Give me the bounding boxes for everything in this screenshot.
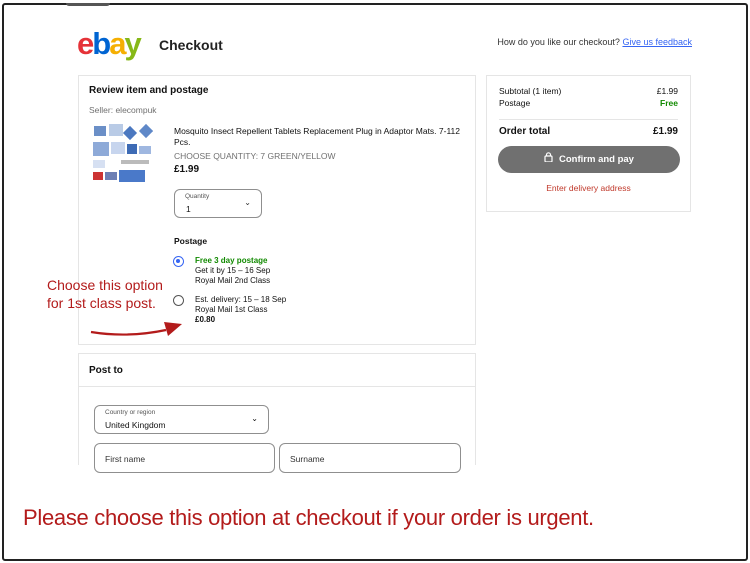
- enter-delivery-address-link[interactable]: Enter delivery address: [487, 183, 690, 193]
- feedback-prompt: How do you like our checkout? Give us fe…: [497, 37, 692, 47]
- chevron-down-icon: ⌄: [251, 414, 258, 423]
- order-total-label: Order total: [499, 126, 551, 137]
- order-summary-card: Subtotal (1 item) £1.99 Postage Free Ord…: [486, 75, 691, 212]
- top-edge-mark: [66, 3, 110, 6]
- first-name-field[interactable]: First name: [94, 443, 275, 473]
- seller-name: Seller: elecompuk: [89, 105, 157, 115]
- post-to-card: Post to Country or region United Kingdom…: [78, 353, 476, 473]
- postage-option-free-date: Get it by 15 – 16 Sep: [195, 266, 271, 275]
- post-to-heading: Post to: [89, 365, 123, 376]
- postage-option-1st-class[interactable]: Est. delivery: 15 – 18 Sep Royal Mail 1s…: [195, 295, 286, 325]
- subtotal-value: £1.99: [656, 86, 678, 96]
- annotation-arrow-icon: [90, 322, 182, 336]
- postage-option-1st-class-date: Est. delivery: 15 – 18 Sep: [195, 295, 287, 304]
- order-total-value: £1.99: [652, 126, 678, 137]
- surname-field[interactable]: Surname: [279, 443, 461, 473]
- postage-option-1st-class-carrier: Royal Mail 1st Class: [195, 305, 268, 314]
- postage-value: Free: [660, 98, 678, 108]
- confirm-and-pay-label: Confirm and pay: [559, 154, 634, 165]
- postage-option-free-carrier: Royal Mail 2nd Class: [195, 276, 271, 285]
- confirm-and-pay-button[interactable]: Confirm and pay: [498, 146, 680, 173]
- item-variant: Choose Quantity: 7 Green/Yellow: [174, 151, 336, 161]
- divider: [499, 119, 678, 120]
- give-feedback-link[interactable]: Give us feedback: [622, 37, 692, 47]
- quantity-select[interactable]: Quantity 1 ⌄: [174, 189, 262, 218]
- quantity-value: 1: [186, 204, 191, 214]
- postage-option-free[interactable]: Free 3 day postage Get it by 15 – 16 Sep…: [195, 256, 270, 286]
- postage-option-free-radio[interactable]: [173, 256, 184, 267]
- surname-placeholder: Surname: [290, 454, 325, 464]
- logo-letter-e: e: [77, 26, 94, 61]
- postage-label: Postage: [499, 98, 531, 108]
- country-label: Country or region: [105, 409, 156, 416]
- country-value: United Kingdom: [105, 420, 166, 430]
- annotation-callout: Choose this option for 1st class post.: [47, 276, 163, 312]
- ebay-logo[interactable]: ebay: [77, 26, 142, 61]
- postage-option-1st-class-price: £0.80: [195, 315, 216, 324]
- item-title-link[interactable]: Mosquito Insect Repellent Tablets Replac…: [174, 126, 469, 148]
- order-total-row: Order total £1.99: [499, 126, 678, 137]
- page-title: Checkout: [159, 37, 223, 53]
- chevron-down-icon: ⌄: [244, 198, 251, 207]
- quantity-label: Quantity: [185, 193, 210, 200]
- item-price: £1.99: [174, 164, 200, 175]
- bottom-caption: Please choose this option at checkout if…: [23, 505, 594, 530]
- country-select[interactable]: Country or region United Kingdom ⌄: [94, 405, 269, 434]
- postage-option-1st-class-radio[interactable]: [173, 295, 184, 306]
- subtotal-label: Subtotal (1 item): [499, 86, 562, 96]
- postage-option-free-title: Free 3 day postage: [195, 256, 268, 265]
- lock-icon: [544, 146, 553, 173]
- logo-letter-y: y: [124, 26, 141, 61]
- feedback-text: How do you like our checkout?: [497, 37, 620, 47]
- postage-heading: Postage: [174, 236, 208, 246]
- logo-letter-a: a: [109, 26, 126, 61]
- postage-row: Postage Free: [499, 98, 678, 108]
- logo-letter-b: b: [92, 26, 111, 61]
- item-thumbnail[interactable]: [91, 122, 153, 184]
- review-heading: Review item and postage: [89, 85, 209, 96]
- subtotal-row: Subtotal (1 item) £1.99: [499, 86, 678, 96]
- divider: [79, 386, 475, 387]
- annotation-line-1: Choose this option: [47, 277, 163, 293]
- first-name-placeholder: First name: [105, 454, 146, 464]
- annotation-line-2: for 1st class post.: [47, 295, 156, 311]
